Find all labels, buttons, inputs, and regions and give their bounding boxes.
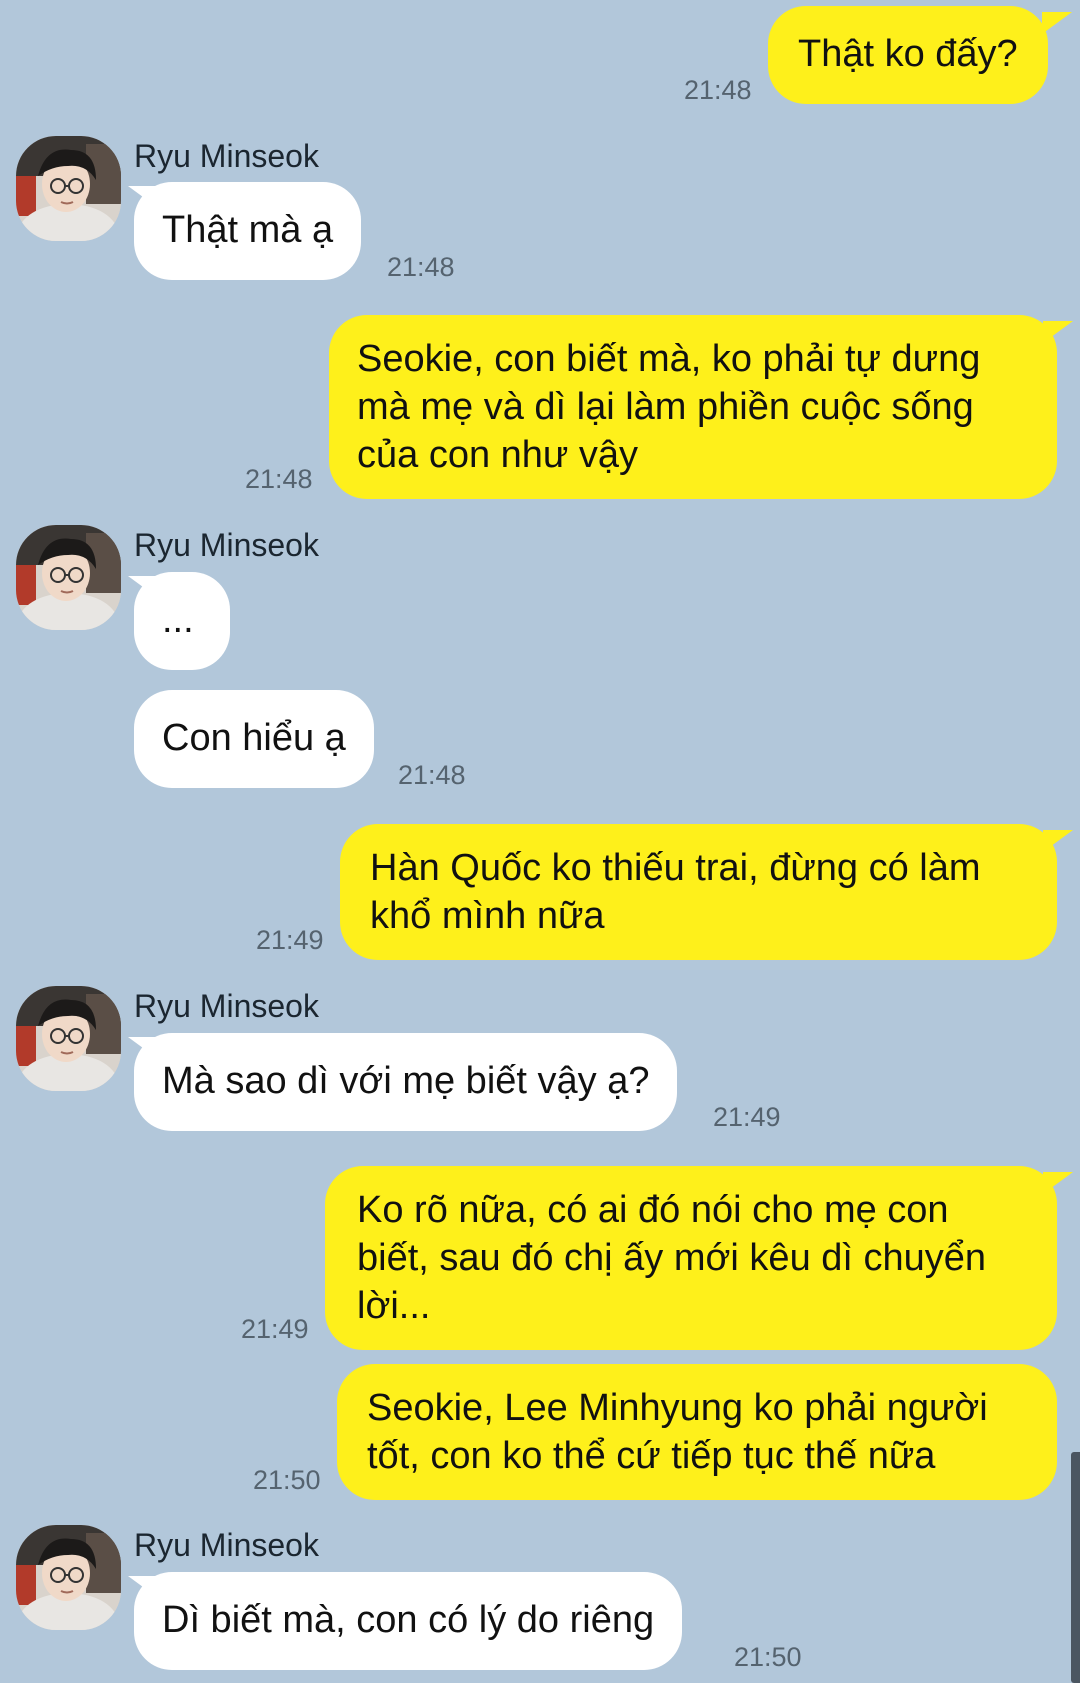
contact-message-bubble[interactable]: Con hiểu ạ: [134, 690, 374, 788]
message-text: Hàn Quốc ko thiếu trai, đừng có làm khổ …: [370, 847, 981, 937]
message-timestamp: 21:50: [734, 1642, 802, 1672]
avatar-image: [16, 1525, 121, 1630]
my-message-bubble[interactable]: Seokie, con biết mà, ko phải tự dưng mà …: [329, 315, 1057, 499]
message-text: Seokie, con biết mà, ko phải tự dưng mà …: [357, 338, 981, 476]
my-message-bubble[interactable]: Thật ko đấy?: [768, 6, 1048, 104]
contact-message-bubble[interactable]: ...: [134, 572, 230, 670]
message-text: Seokie, Lee Minhyung ko phải người tốt, …: [367, 1387, 988, 1477]
message-text: Con hiểu ạ: [162, 717, 346, 759]
my-message-bubble[interactable]: Hàn Quốc ko thiếu trai, đừng có làm khổ …: [340, 824, 1057, 960]
my-message-bubble[interactable]: Ko rõ nữa, có ai đó nói cho mẹ con biết,…: [325, 1166, 1057, 1350]
avatar-image: [16, 986, 121, 1091]
bubble-tail: [1042, 12, 1072, 34]
message-timestamp: 21:49: [713, 1102, 781, 1132]
contact-message-bubble[interactable]: Mà sao dì với mẹ biết vậy ạ?: [134, 1033, 678, 1131]
message-timestamp: 21:49: [241, 1314, 309, 1344]
sender-name: Ryu Minseok: [134, 527, 319, 563]
message-timestamp: 21:49: [256, 925, 324, 955]
message-timestamp: 21:48: [684, 75, 752, 105]
contact-message-bubble[interactable]: Thật mà ạ: [134, 182, 362, 280]
contact-avatar[interactable]: [16, 1525, 121, 1630]
bubble-tail: [1043, 321, 1073, 343]
message-timestamp: 21:48: [387, 252, 455, 282]
message-timestamp: 21:48: [245, 464, 313, 494]
scrollbar[interactable]: [1071, 1452, 1080, 1683]
my-message-bubble[interactable]: Seokie, Lee Minhyung ko phải người tốt, …: [337, 1364, 1057, 1500]
message-text: Mà sao dì với mẹ biết vậy ạ?: [162, 1060, 650, 1102]
avatar-image: [16, 136, 121, 241]
bubble-tail: [1043, 830, 1073, 852]
message-text: ...: [162, 599, 194, 641]
message-text: Thật ko đấy?: [798, 33, 1018, 75]
message-text: Dì biết mà, con có lý do riêng: [162, 1599, 655, 1641]
avatar-image: [16, 525, 121, 630]
contact-avatar[interactable]: [16, 525, 121, 630]
contact-avatar[interactable]: [16, 136, 121, 241]
message-text: Thật mà ạ: [162, 209, 334, 251]
message-text: Ko rõ nữa, có ai đó nói cho mẹ con biết,…: [357, 1189, 987, 1327]
message-timestamp: 21:48: [398, 760, 466, 790]
message-timestamp: 21:50: [253, 1465, 321, 1495]
bubble-tail: [1043, 1172, 1073, 1194]
contact-avatar[interactable]: [16, 986, 121, 1091]
contact-message-bubble[interactable]: Dì biết mà, con có lý do riêng: [134, 1572, 683, 1670]
sender-name: Ryu Minseok: [134, 1527, 319, 1563]
sender-name: Ryu Minseok: [134, 138, 319, 174]
sender-name: Ryu Minseok: [134, 988, 319, 1024]
